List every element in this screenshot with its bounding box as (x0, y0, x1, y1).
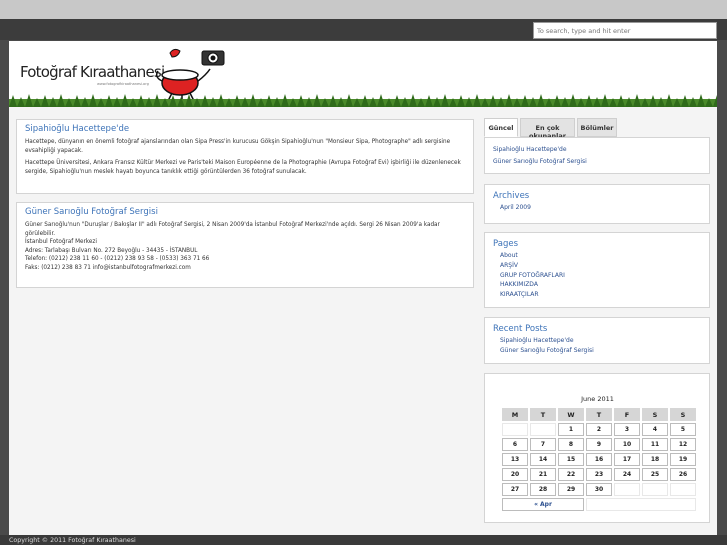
calendar-week-row: 13 14 15 16 17 18 19 (502, 453, 696, 466)
weekday-header: W (558, 408, 584, 421)
post-card: Sipahioğlu Hacettepe'de Hacettepe, dünya… (16, 119, 474, 194)
recent-posts-title: Recent Posts (493, 324, 548, 334)
calendar-week-row: 12345 (502, 423, 696, 436)
calendar-day-cell: 23 (586, 468, 612, 481)
calendar-day-cell: 27 (502, 483, 528, 496)
calendar-day-cell: 6 (502, 438, 528, 451)
weekday-header: M (502, 408, 528, 421)
post-paragraph: Güner Sarıoğlu'nun "Duruşlar / Bakışlar … (25, 222, 440, 237)
post-paragraph: İstanbul Fotoğraf Merkezi (25, 239, 97, 246)
site-header: Fotoğraf Kıraathanesi www.fotografkiraat… (9, 41, 717, 107)
calendar-day-cell: 15 (558, 453, 584, 466)
weekday-header: S (642, 408, 668, 421)
calendar-day-cell: 3 (614, 423, 640, 436)
calendar-empty-cell (614, 483, 640, 496)
post-paragraph: Telefon: (0212) 238 11 60 - (0212) 238 9… (25, 256, 210, 263)
weekday-header: S (670, 408, 696, 421)
calendar-day-cell: 11 (642, 438, 668, 451)
calendar-day-cell: 5 (670, 423, 696, 436)
tab-panel-link[interactable]: Güner Sarıoğlu Fotoğraf Sergisi (493, 156, 701, 168)
calendar-day-cell: 26 (670, 468, 696, 481)
calendar-day-cell: 25 (642, 468, 668, 481)
calendar-day-cell: 7 (530, 438, 556, 451)
archive-link[interactable]: April 2009 (500, 203, 701, 213)
calendar-day-cell: 4 (642, 423, 668, 436)
calendar-day-cell: 20 (502, 468, 528, 481)
browser-top-strip (0, 0, 727, 19)
grass-decoration (9, 94, 717, 107)
calendar-day-cell: 24 (614, 468, 640, 481)
page-link-arsiv[interactable]: ARŞİV (500, 261, 701, 271)
recent-posts-widget: Recent Posts Sipahioğlu Hacettepe'de Gün… (484, 317, 710, 364)
weekday-header: T (530, 408, 556, 421)
site-logo-url: www.fotografkiraathanesi.org (97, 82, 149, 86)
calendar-day-cell: 28 (530, 483, 556, 496)
calendar-widget: June 2011 M T W T F S S 1 2 3 4 5 6 7 8 9 10 11 12 1… (484, 373, 710, 523)
calendar-grid: M T W T F S S 1 2 3 4 5 6 7 8 9 10 11 12 13 14 15 16 17 1… (500, 406, 698, 513)
archives-title: Archives (493, 191, 530, 201)
recent-post-link[interactable]: Güner Sarıoğlu Fotoğraf Sergisi (500, 346, 701, 356)
calendar-day-cell: 29 (558, 483, 584, 496)
calendar-week-row: 27 28 29 30 (502, 483, 696, 496)
footer-copyright: Copyright © 2011 Fotoğraf Kıraathanesi (9, 537, 136, 544)
weekday-header: F (614, 408, 640, 421)
recent-post-link[interactable]: Sipahioğlu Hacettepe'de (500, 336, 701, 346)
calendar-day-cell: 8 (558, 438, 584, 451)
post-paragraph: Faks: (0212) 238 83 71 info@istanbulfoto… (25, 264, 191, 271)
tab-guncel[interactable]: Güncel (484, 118, 518, 137)
calendar-next-placeholder (586, 498, 696, 511)
tab-panel-link[interactable]: Sipahioğlu Hacettepe'de (493, 144, 701, 156)
page-link-hakkimizda[interactable]: HAKKIMIZDA (500, 280, 701, 290)
calendar-caption: June 2011 (581, 395, 614, 403)
archives-widget: Archives April 2009 (484, 184, 710, 224)
calendar-day-cell: 1 (558, 423, 584, 436)
site-logo-text[interactable]: Fotoğraf Kıraathanesi (20, 63, 165, 81)
calendar-day-cell: 17 (614, 453, 640, 466)
calendar-week-row: 20 21 22 23 24 25 26 (502, 468, 696, 481)
calendar-day-cell: 21 (530, 468, 556, 481)
calendar-day-cell: 10 (614, 438, 640, 451)
page-link-kiraatcilar[interactable]: KIRAATÇILAR (500, 290, 701, 300)
tab-en-cok-okunanlar[interactable]: En çok okunanlar (520, 118, 575, 140)
post-card: Güner Sarıoğlu Fotoğraf Sergisi Güner Sa… (16, 202, 474, 288)
calendar-day-cell: 2 (586, 423, 612, 436)
calendar-day-cell: 13 (502, 453, 528, 466)
calendar-day-cell: 19 (670, 453, 696, 466)
calendar-empty-cell (670, 483, 696, 496)
calendar-day-cell: 16 (586, 453, 612, 466)
tab-panel: Sipahioğlu Hacettepe'de Güner Sarıoğlu F… (484, 137, 710, 174)
calendar-day-cell: 22 (558, 468, 584, 481)
post-paragraph: Hacettepe Üniversitesi, Ankara Fransız K… (25, 160, 461, 175)
pages-widget: Pages About ARŞİV GRUP FOTOĞRAFLARI HAKK… (484, 232, 710, 308)
weekday-header: T (586, 408, 612, 421)
calendar-empty-cell (530, 423, 556, 436)
calendar-week-row: 6 7 8 9 10 11 12 (502, 438, 696, 451)
calendar-empty-cell (502, 423, 528, 436)
calendar-day-cell: 14 (530, 453, 556, 466)
page-link-about[interactable]: About (500, 251, 701, 261)
post-title[interactable]: Güner Sarıoğlu Fotoğraf Sergisi (25, 207, 465, 217)
calendar-prev-month-link[interactable]: « Apr (502, 498, 584, 511)
post-paragraph: Adres: Tarlabaşı Bulvarı No. 272 Beyoğlu… (25, 247, 198, 254)
calendar-day-cell: 9 (586, 438, 612, 451)
post-title[interactable]: Sipahioğlu Hacettepe'de (25, 124, 465, 134)
pages-title: Pages (493, 239, 519, 249)
calendar-empty-cell (642, 483, 668, 496)
post-paragraph: Hacettepe, dünyanın en önemli fotoğraf a… (25, 139, 451, 154)
search-input[interactable] (533, 22, 717, 39)
page-link-grup-fotograflari[interactable]: GRUP FOTOĞRAFLARI (500, 271, 701, 281)
calendar-day-cell: 18 (642, 453, 668, 466)
tab-bolumler[interactable]: Bölümler (577, 118, 617, 137)
calendar-day-cell: 12 (670, 438, 696, 451)
calendar-day-cell: 30 (586, 483, 612, 496)
